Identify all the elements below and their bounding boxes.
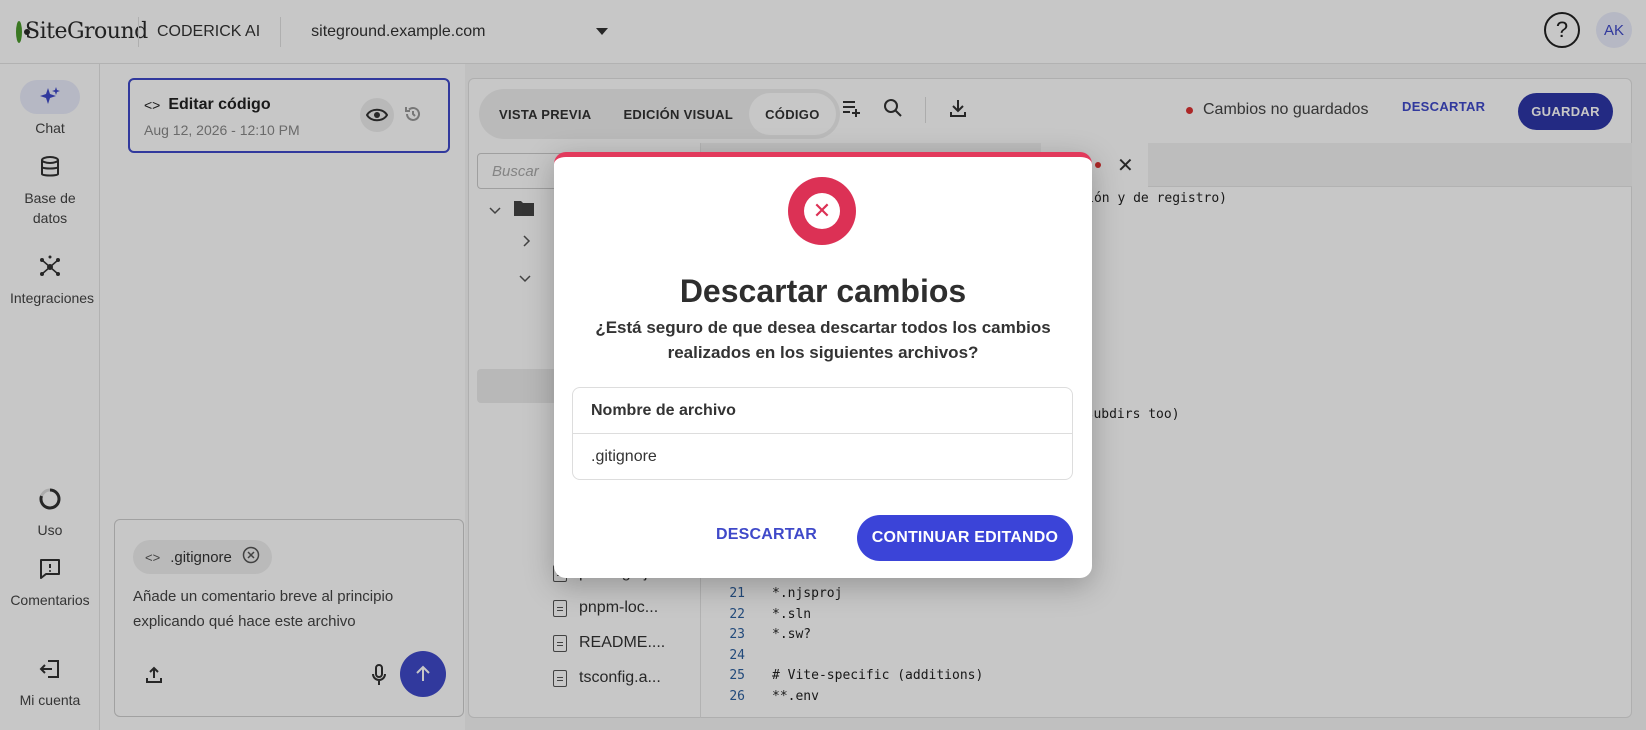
dialog-message: ¿Está seguro de que desea descartar todo… <box>595 318 1051 362</box>
error-icon: ✕ <box>788 177 856 245</box>
dialog-title: Descartar cambios <box>679 273 967 309</box>
table-row: .gitignore <box>591 448 657 465</box>
confirm-discard-button[interactable]: DESCARTAR <box>716 526 817 544</box>
continue-editing-button[interactable]: CONTINUAR EDITANDO <box>857 515 1073 561</box>
table-header: Nombre de archivo <box>573 388 1072 434</box>
discard-changes-dialog: ✕ Descartar cambios ¿Está seguro de que … <box>554 152 1092 578</box>
files-table: Nombre de archivo .gitignore <box>572 387 1073 480</box>
